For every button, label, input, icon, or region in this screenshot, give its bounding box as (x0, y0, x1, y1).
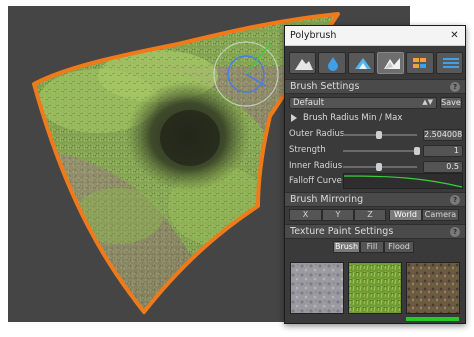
mountain-sculpt-icon[interactable] (289, 52, 317, 74)
texture-swatch-stone[interactable] (290, 262, 344, 314)
outer-radius-label: Outer Radius (289, 129, 345, 139)
inner-radius-label: Inner Radius (289, 161, 343, 171)
help-icon[interactable]: ? (450, 195, 460, 205)
help-icon[interactable]: ? (450, 227, 460, 237)
brush-preset-dropdown[interactable]: Default ▲▼ (289, 97, 437, 109)
help-icon[interactable]: ? (450, 82, 460, 92)
brush-mirroring-title: Brush Mirroring (290, 194, 364, 205)
mirror-z-toggle[interactable]: Z (354, 209, 386, 221)
strength-slider-handle[interactable] (414, 147, 420, 155)
mirror-y-toggle[interactable]: Y (322, 209, 354, 221)
strength-slider[interactable] (343, 150, 417, 152)
prefab-scatter-icon[interactable] (406, 52, 434, 74)
brush-radius-foldout[interactable]: Brush Radius Min / Max (291, 113, 461, 125)
paint-mode-group: Brush Fill Flood (333, 241, 414, 253)
falloff-curve-label: Falloff Curve (289, 176, 342, 186)
texture-swatch-dirt[interactable] (406, 262, 460, 314)
save-preset-button[interactable]: Save (440, 97, 462, 109)
texture-swatch-grass[interactable] (348, 262, 402, 314)
mirror-space-camera[interactable]: Camera (422, 209, 459, 221)
close-icon[interactable]: ✕ (449, 30, 460, 41)
brush-mirroring-header[interactable]: Brush Mirroring ? (285, 192, 465, 207)
strength-row: Strength 1 (289, 145, 463, 157)
polybrush-window: Polybrush ✕ Brush Settings ? Default ▲▼ … (284, 25, 466, 324)
smooth-drop-icon[interactable] (318, 52, 346, 74)
inner-radius-row: Inner Radius 0.5 (289, 161, 463, 173)
brush-radius-foldout-label: Brush Radius Min / Max (303, 113, 403, 123)
paint-mode-flood[interactable]: Flood (384, 241, 414, 253)
paint-brush-icon[interactable] (347, 52, 375, 74)
window-titlebar[interactable]: Polybrush ✕ (285, 26, 465, 46)
mode-toolbar (289, 52, 463, 74)
dropdown-arrow-icon: ▲▼ (422, 98, 433, 106)
window-title: Polybrush (290, 30, 337, 41)
inner-radius-slider-handle[interactable] (375, 163, 382, 171)
brush-settings-title: Brush Settings (290, 81, 360, 92)
foldout-arrow-icon (291, 114, 297, 122)
strength-label: Strength (289, 145, 326, 155)
mirror-space-group: World Camera (389, 209, 459, 221)
selected-texture-strength-bar (406, 317, 459, 321)
texture-paint-header[interactable]: Texture Paint Settings ? (285, 224, 465, 239)
paint-mode-brush[interactable]: Brush (333, 241, 360, 253)
texture-paint-icon[interactable] (376, 52, 405, 74)
outer-radius-field[interactable]: 2.504008 (423, 129, 463, 141)
falloff-curve-editor[interactable] (343, 173, 463, 189)
mirror-axis-group: X Y Z (289, 209, 386, 221)
brush-settings-header[interactable]: Brush Settings ? (285, 79, 465, 94)
strength-field[interactable]: 1 (423, 145, 463, 157)
texture-paint-title: Texture Paint Settings (290, 226, 394, 237)
mirror-space-world[interactable]: World (389, 209, 422, 221)
outer-radius-slider-handle[interactable] (375, 131, 382, 139)
inner-radius-field[interactable]: 0.5 (423, 161, 463, 173)
outer-radius-row: Outer Radius 2.504008 (289, 129, 463, 141)
settings-list-icon[interactable] (435, 52, 463, 74)
mirror-x-toggle[interactable]: X (289, 209, 322, 221)
brush-preset-value: Default (293, 98, 325, 108)
paint-mode-fill[interactable]: Fill (360, 241, 384, 253)
falloff-curve-graph (343, 175, 463, 188)
